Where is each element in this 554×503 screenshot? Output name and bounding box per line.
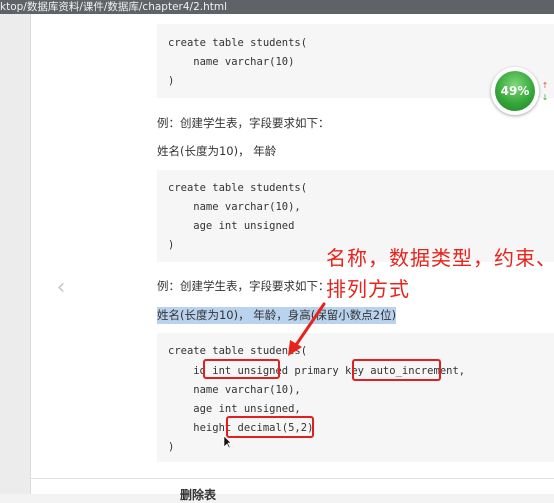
annotation-box-decimal bbox=[226, 416, 314, 438]
code-line: name varchar(10), bbox=[168, 384, 301, 396]
code-line: name varchar(10) bbox=[168, 56, 295, 68]
annotation-arrow-icon bbox=[288, 302, 326, 356]
down-arrow-icon: ↓ bbox=[541, 93, 549, 102]
left-sidebar bbox=[0, 14, 31, 494]
up-arrow-icon: ↑ bbox=[541, 81, 549, 90]
annotation-box-datatype bbox=[203, 359, 280, 379]
code-line: age int unsigned bbox=[168, 220, 295, 232]
fields-text-2: 姓名(长度为10)， 年龄，身高(保留小数点2位) bbox=[157, 307, 397, 324]
browser-address-bar[interactable]: ktop/数据库资料/课件/数据库/chapter4/2.html bbox=[0, 0, 554, 14]
annotation-box-constraint bbox=[352, 359, 441, 381]
section-divider bbox=[31, 478, 554, 479]
code-block-3: create table students( id int unsigned p… bbox=[157, 333, 554, 462]
prev-page-arrow-icon[interactable]: ‹ bbox=[52, 276, 70, 300]
example-heading-2: 例：创建学生表，字段要求如下： bbox=[157, 279, 330, 293]
code-line: ) bbox=[168, 239, 175, 251]
code-line: name varchar(10), bbox=[168, 201, 301, 213]
code-line: age int unsigned, bbox=[168, 403, 301, 415]
code-line: ) bbox=[168, 441, 175, 453]
code-line: create table students( bbox=[168, 37, 308, 49]
gauge-percent-label: 49% bbox=[495, 71, 535, 111]
annotation-label: 名称，数据类型，约束、排列方式 bbox=[326, 246, 554, 301]
example-heading-1: 例：创建学生表，字段要求如下： bbox=[157, 116, 330, 130]
mouse-cursor-icon bbox=[223, 435, 231, 449]
code-line: create table students( bbox=[168, 182, 308, 194]
selected-text: 姓名(长度为10)， 年龄，身高(保留小数点2位) bbox=[157, 307, 397, 324]
fields-text-1: 姓名(长度为10)， 年龄 bbox=[157, 144, 277, 158]
url-text: ktop/数据库资料/课件/数据库/chapter4/2.html bbox=[0, 1, 228, 13]
progress-gauge-widget[interactable]: 49% bbox=[491, 67, 539, 115]
code-line: ) bbox=[168, 75, 175, 87]
section-heading: 删除表 bbox=[180, 488, 217, 502]
gauge-arrows: ↑ ↓ bbox=[540, 80, 550, 106]
